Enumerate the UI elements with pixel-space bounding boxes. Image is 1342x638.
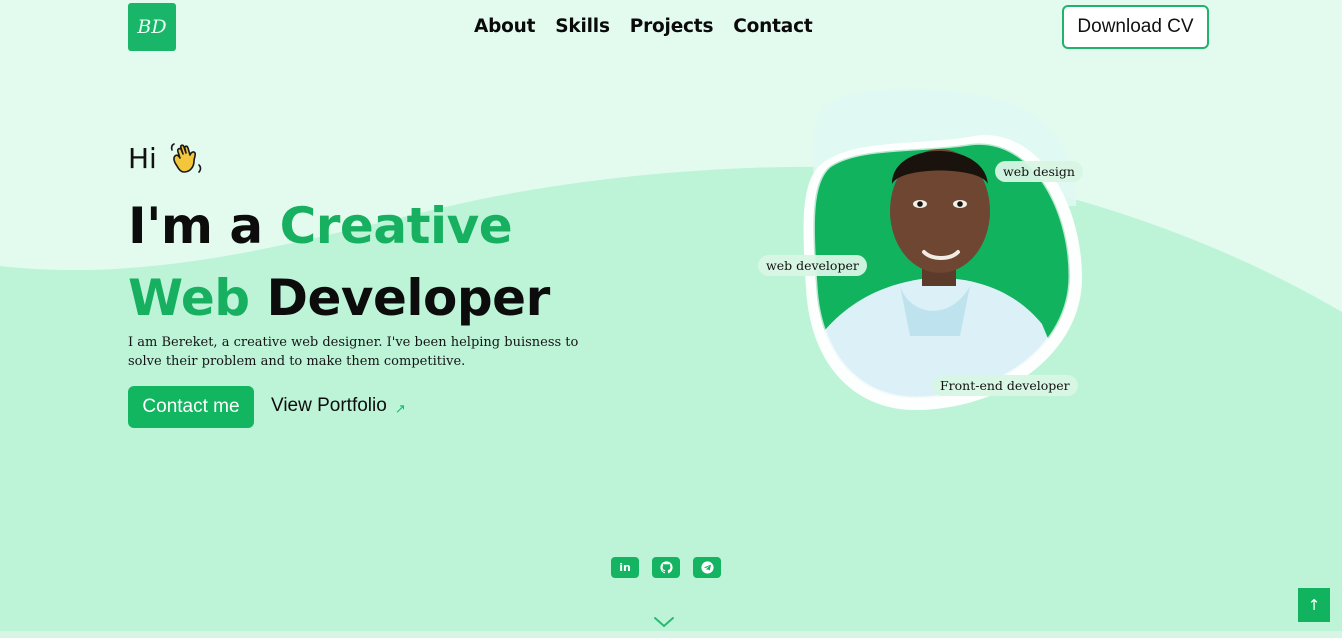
arrow-up-right-icon: ↗ (394, 401, 406, 416)
profile-photo (803, 88, 1082, 411)
hero-headline: I'm a Creative Web Developer (128, 190, 688, 334)
social-links: in (611, 557, 721, 578)
linkedin-icon: in (619, 561, 631, 574)
waving-hand-icon (170, 143, 202, 173)
bottom-divider (0, 631, 1342, 638)
telegram-link[interactable] (693, 557, 721, 578)
headline-highlight-creative: Creative (279, 197, 513, 255)
nav-item-about[interactable]: About (474, 16, 535, 37)
linkedin-link[interactable]: in (611, 557, 639, 578)
headline-part1: I'm a (128, 197, 280, 255)
view-portfolio-label: View Portfolio (271, 395, 387, 416)
github-icon (659, 561, 673, 574)
headline-highlight-web: Web (128, 269, 250, 327)
back-to-top-button[interactable]: ↑ (1298, 588, 1330, 622)
tag-web-design: web design (995, 161, 1083, 182)
headline-part2: Developer (249, 269, 550, 327)
greeting-text: Hi (128, 141, 157, 175)
nav-item-contact[interactable]: Contact (733, 16, 812, 37)
download-cv-button[interactable]: Download CV (1062, 5, 1209, 49)
nav-item-skills[interactable]: Skills (555, 16, 610, 37)
main-nav: About Skills Projects Contact (474, 16, 813, 37)
tag-web-developer: web developer (758, 255, 867, 276)
brand-logo[interactable]: BD (128, 3, 176, 51)
greeting: Hi (128, 140, 205, 176)
contact-me-button[interactable]: Contact me (128, 386, 254, 428)
chevron-down-icon[interactable] (653, 616, 675, 628)
hero-description: I am Bereket, a creative web designer. I… (128, 335, 579, 369)
tag-frontend-developer: Front-end developer (932, 375, 1078, 396)
github-link[interactable] (652, 557, 680, 578)
view-portfolio-link[interactable]: View Portfolio ↗ (271, 395, 406, 417)
nav-item-projects[interactable]: Projects (630, 16, 714, 37)
logo-text: BD (137, 16, 167, 38)
telegram-icon (700, 561, 714, 574)
